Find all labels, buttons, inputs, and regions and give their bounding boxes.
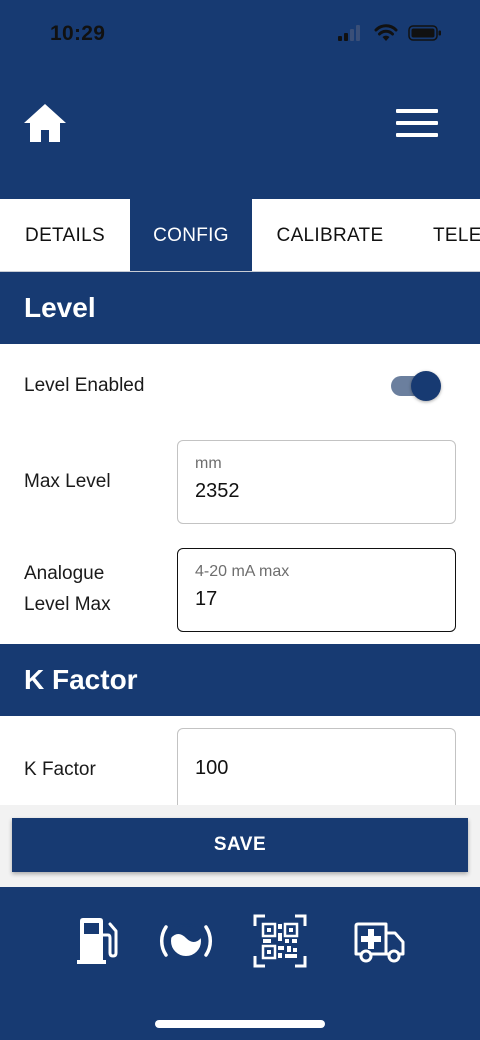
k-factor-label: K Factor <box>24 759 96 780</box>
section-header-level: Level <box>0 272 480 344</box>
tank-level-icon[interactable] <box>158 913 214 969</box>
analogue-level-max-field[interactable]: 4-20 mA max 17 <box>177 548 456 632</box>
fuel-pump-icon[interactable] <box>70 913 126 969</box>
toggle-thumb <box>411 371 441 401</box>
k-factor-value: 100 <box>195 757 229 779</box>
qr-code-icon[interactable] <box>252 913 308 969</box>
max-level-unit-hint: mm <box>195 455 222 472</box>
max-level-field[interactable]: mm 2352 <box>177 440 456 524</box>
level-enabled-toggle[interactable] <box>389 369 443 403</box>
level-enabled-label: Level Enabled <box>24 375 145 396</box>
max-level-label: Max Level <box>24 471 111 492</box>
ambulance-icon[interactable] <box>352 913 408 969</box>
tab-calibrate[interactable]: CALIBRATE <box>252 199 408 271</box>
home-icon[interactable] <box>22 100 68 146</box>
analogue-level-max-label-line2: Level Max <box>24 594 111 615</box>
wifi-icon <box>374 24 398 41</box>
tab-tele[interactable]: TELE <box>408 199 480 271</box>
status-time: 10:29 <box>50 22 106 45</box>
tab-config[interactable]: CONFIG <box>130 199 252 271</box>
battery-icon <box>408 25 441 41</box>
analogue-level-max-hint: 4-20 mA max <box>195 563 290 580</box>
home-indicator[interactable] <box>155 1020 325 1028</box>
tab-details[interactable]: DETAILS <box>0 199 130 271</box>
status-icons <box>338 24 442 42</box>
analogue-level-max-label-line1: Analogue <box>24 563 105 584</box>
save-button[interactable]: SAVE <box>12 818 468 872</box>
analogue-level-max-value: 17 <box>195 588 218 610</box>
section-header-k-factor: K Factor <box>0 644 480 716</box>
signal-icon <box>338 25 360 41</box>
k-factor-field[interactable]: 100 <box>177 728 456 812</box>
max-level-value: 2352 <box>195 480 240 502</box>
tab-bar: DETAILS CONFIG CALIBRATE TELE <box>0 199 480 272</box>
hamburger-menu-icon[interactable] <box>396 104 438 142</box>
